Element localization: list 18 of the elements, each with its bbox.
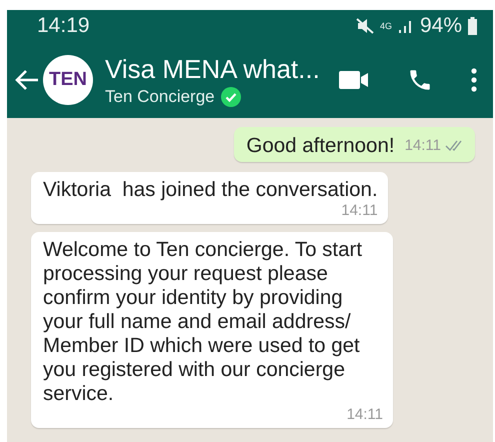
message-text: Welcome to Ten concierge. To start processing your request please confirm your identity by providing your full name and email address/ Member ID which were used to get you registered with our concierge service.	[43, 238, 364, 406]
message-text: Good afternoon!	[246, 133, 395, 158]
message-time: 14:11	[346, 406, 383, 424]
status-time: 14:19	[37, 14, 91, 38]
avatar[interactable]: TEN	[43, 55, 93, 105]
battery-icon	[468, 17, 477, 35]
message-time: 14:11	[341, 202, 378, 220]
video-call-icon[interactable]	[339, 70, 369, 90]
mute-icon	[356, 18, 374, 34]
more-options-icon[interactable]	[471, 68, 477, 92]
battery-level: 94%	[420, 14, 462, 38]
back-arrow-icon[interactable]	[15, 69, 39, 91]
signal-icon	[398, 18, 414, 34]
chat-subtitle: Ten Concierge	[105, 86, 215, 106]
chat-title[interactable]: Visa MENA what...	[105, 54, 335, 84]
message-time: 14:11	[404, 136, 441, 156]
network-label: 4G	[380, 22, 392, 30]
message-text: Viktoria has joined the conversation.	[43, 178, 378, 202]
